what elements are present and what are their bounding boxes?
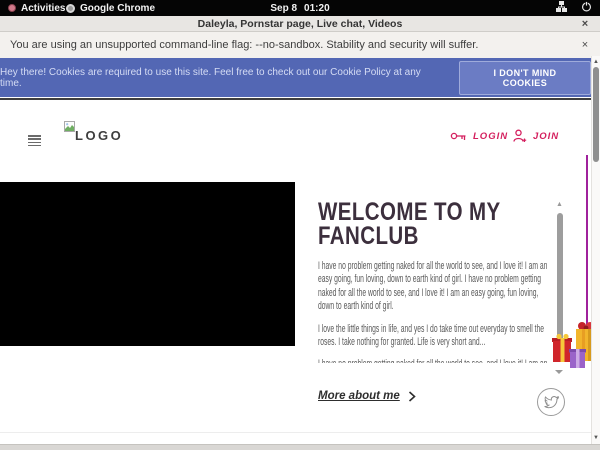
about-paragraph: I love the little things in life, and ye… bbox=[318, 323, 552, 350]
infobar-close-button[interactable]: × bbox=[578, 38, 592, 52]
site-top-divider bbox=[0, 98, 591, 100]
login-label: LOGIN bbox=[473, 131, 508, 142]
user-plus-icon bbox=[513, 129, 527, 143]
broken-image-icon bbox=[64, 121, 75, 132]
browser-scrollbar[interactable]: ▲ ▼ bbox=[591, 56, 600, 444]
logo-alt-text: LOGO bbox=[75, 128, 123, 143]
gnome-top-bar: Activities Google Chrome Sep 8 01:20 bbox=[0, 0, 600, 16]
chevron-right-icon bbox=[408, 391, 416, 402]
cookie-banner: Hey there! Cookies are required to use t… bbox=[0, 58, 591, 97]
window-title: Daleyla, Pornstar page, Live chat, Video… bbox=[198, 18, 403, 30]
app-indicator-icon bbox=[8, 4, 16, 12]
power-icon[interactable] bbox=[581, 0, 592, 17]
scrollbar-thumb[interactable] bbox=[593, 67, 599, 162]
more-about-me-label: More about me bbox=[318, 390, 400, 402]
page-title: WELCOME TO MY FANCLUB bbox=[318, 200, 548, 248]
clock-time: 01:20 bbox=[304, 3, 330, 14]
activities-label: Activities bbox=[21, 3, 65, 14]
twitter-icon bbox=[544, 396, 559, 409]
clock-date: Sep 8 bbox=[270, 3, 297, 14]
cookie-accept-button[interactable]: I DON'T MIND COOKIES bbox=[459, 61, 591, 95]
close-icon: × bbox=[582, 18, 588, 30]
join-label: JOIN bbox=[533, 131, 559, 142]
chrome-icon bbox=[66, 4, 75, 13]
twitter-button[interactable] bbox=[537, 388, 565, 416]
login-button[interactable]: LOGIN bbox=[450, 130, 508, 142]
window-title-bar: Daleyla, Pornstar page, Live chat, Video… bbox=[0, 16, 600, 32]
scrollbar-down-button[interactable]: ▼ bbox=[592, 435, 600, 441]
more-about-me-link[interactable]: More about me bbox=[318, 390, 416, 402]
clock[interactable]: Sep 8 01:20 bbox=[270, 0, 329, 16]
scrollbar-up-button[interactable]: ▲ bbox=[592, 59, 600, 65]
video-player[interactable] bbox=[0, 182, 295, 346]
page-content: LOGO LOGIN JOIN WELCOME TO MY FANCLUB I … bbox=[0, 97, 600, 444]
activities-button[interactable]: Activities bbox=[8, 0, 65, 16]
about-paragraph: I have no problem getting naked for all … bbox=[318, 260, 552, 314]
app-menu-button[interactable]: Google Chrome bbox=[66, 0, 155, 16]
content-scroll-up-icon[interactable]: ▲ bbox=[556, 201, 563, 208]
menu-icon[interactable] bbox=[28, 135, 42, 148]
app-menu-label: Google Chrome bbox=[80, 3, 155, 14]
window-bottom-edge bbox=[0, 444, 600, 450]
cookie-message: Hey there! Cookies are required to use t… bbox=[0, 67, 445, 89]
key-icon bbox=[450, 130, 467, 142]
network-icon[interactable] bbox=[556, 0, 567, 17]
infobar-message: You are using an unsupported command-lin… bbox=[10, 39, 478, 51]
join-button[interactable]: JOIN bbox=[513, 129, 559, 143]
about-paragraph-clipped: I have no problem getting naked for all … bbox=[318, 358, 552, 363]
chrome-infobar: You are using an unsupported command-lin… bbox=[0, 32, 600, 58]
close-icon: × bbox=[582, 39, 588, 51]
site-logo[interactable]: LOGO bbox=[64, 119, 124, 145]
about-text: I have no problem getting naked for all … bbox=[318, 260, 552, 363]
page-divider bbox=[0, 432, 591, 433]
window-close-button[interactable]: × bbox=[578, 17, 592, 31]
